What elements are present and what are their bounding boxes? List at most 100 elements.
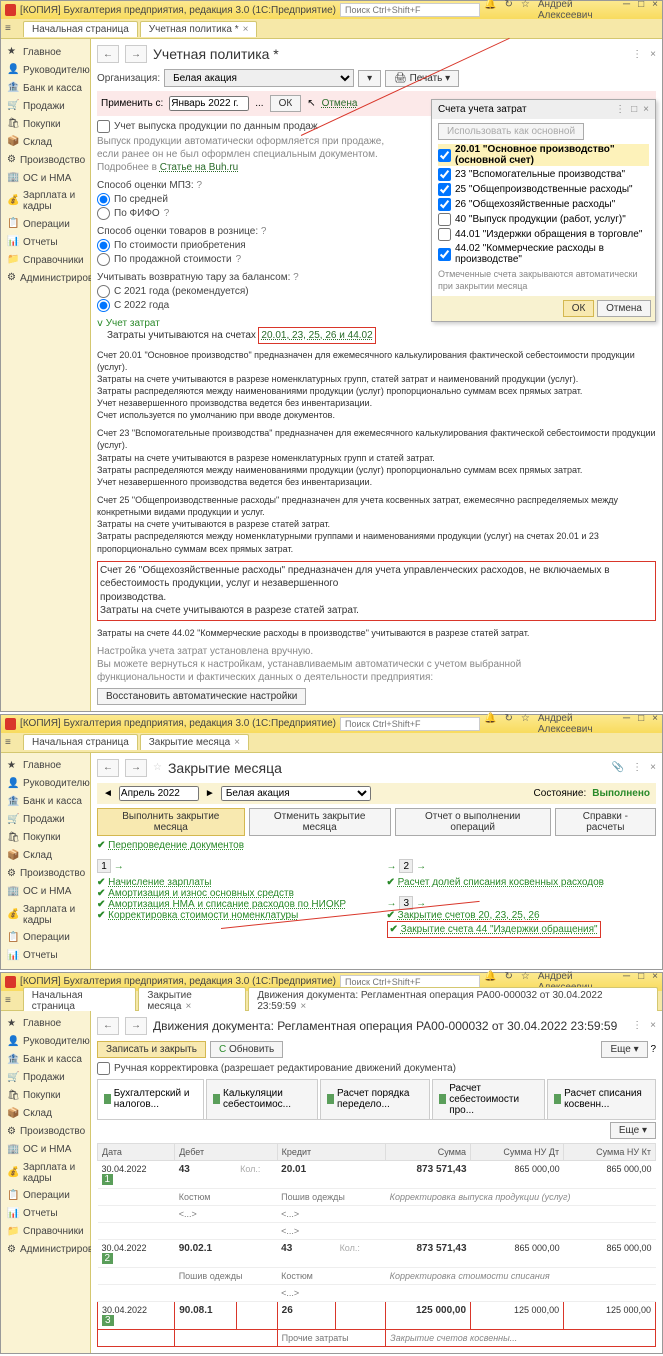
minimize-icon[interactable]: ─ (623, 713, 630, 735)
sidebar-item[interactable]: 💰Зарплата и кадры (1, 1159, 90, 1187)
sidebar-item[interactable]: 🛍Покупки (1, 115, 90, 133)
tab-closing[interactable]: Закрытие месяца× (138, 987, 246, 1014)
maximize-icon[interactable]: □ (638, 713, 644, 735)
sidebar-item[interactable]: 🏢ОС и НМА (1, 169, 90, 187)
register-tab[interactable]: Бухгалтерский и налогов... (97, 1079, 204, 1119)
history-icon[interactable]: ↻ (504, 0, 512, 21)
forward-button[interactable]: → (125, 45, 147, 63)
tab-home[interactable]: Начальная страница (23, 987, 137, 1014)
acct-checkbox[interactable] (438, 149, 451, 162)
popup-max-icon[interactable]: □ (631, 104, 637, 115)
sidebar-item[interactable]: 🛍Покупки (1, 829, 90, 847)
sidebar-item[interactable]: 💰Зарплата и кадры (1, 187, 90, 215)
op-link[interactable]: Закрытие счетов 20, 23, 25, 26 (398, 910, 540, 921)
sidebar-item[interactable]: 📋Операции (1, 1187, 90, 1205)
close-page-icon[interactable]: × (650, 49, 656, 60)
sidebar-item[interactable]: 📁Справочники (1, 1223, 90, 1241)
register-tab[interactable]: Расчет списания косвенн... (547, 1079, 656, 1119)
sidebar-item[interactable]: ★Главное (1, 757, 90, 775)
sidebar-item[interactable]: 🏦Банк и касса (1, 1051, 90, 1069)
acct-checkbox[interactable] (438, 248, 451, 261)
apply-date-input[interactable] (169, 96, 249, 111)
table-row[interactable]: <...><...> (98, 1205, 656, 1222)
sidebar-item[interactable]: ⚙Администрирование (1, 1241, 90, 1259)
more-icon[interactable]: ⋮ (632, 762, 642, 773)
org-open-button[interactable]: ▾ (358, 70, 381, 87)
table-row[interactable]: Прочие затратыЗакрытие счетов косвенны..… (98, 1329, 656, 1346)
period-input[interactable] (119, 786, 199, 801)
more-button[interactable]: Еще ▾ (601, 1041, 647, 1058)
register-tab[interactable]: Калькуляции себестоимос... (206, 1079, 318, 1119)
sidebar-item[interactable]: 🏢ОС и НМА (1, 1141, 90, 1159)
bell-icon[interactable]: 🔔 (484, 713, 496, 735)
sidebar-item[interactable]: 👤Руководителю (1, 775, 90, 793)
sidebar-item[interactable]: 📦Склад (1, 847, 90, 865)
manual-edit-checkbox[interactable] (97, 1062, 110, 1075)
attach-icon[interactable]: 📎 (612, 762, 624, 773)
mpz-fifo-radio[interactable] (97, 207, 110, 220)
tab-policy[interactable]: Учетная политика *× (140, 21, 258, 37)
org-select[interactable]: Белая акация (164, 69, 354, 87)
org-select[interactable]: Белая акация (221, 786, 371, 801)
date-picker-icon[interactable]: ... (255, 98, 263, 109)
more-icon[interactable]: ⋮ (632, 49, 642, 60)
star-icon[interactable]: ☆ (521, 713, 530, 735)
forward-button[interactable]: → (125, 759, 147, 777)
retail-price-radio[interactable] (97, 253, 110, 266)
table-more-button[interactable]: Еще ▾ (610, 1122, 656, 1139)
minimize-icon[interactable]: ─ (623, 0, 630, 21)
sidebar-item[interactable]: 🛒Продажи (1, 97, 90, 115)
bell-icon[interactable]: 🔔 (484, 0, 496, 21)
tara-2021-radio[interactable] (97, 285, 110, 298)
popup-close-icon[interactable]: × (643, 104, 649, 115)
sidebar-item[interactable]: 📋Операции (1, 215, 90, 233)
prev-month-icon[interactable]: ◄ (103, 788, 113, 799)
menu-icon[interactable]: ≡ (5, 23, 21, 34)
tab-home[interactable]: Начальная страница (23, 734, 138, 750)
retail-cost-radio[interactable] (97, 239, 110, 252)
sidebar-item[interactable]: 🏢ОС и НМА (1, 883, 90, 901)
sidebar-item[interactable]: ★Главное (1, 43, 90, 61)
search-input[interactable] (340, 717, 480, 731)
article-link[interactable]: Статье на Buh.ru (160, 162, 239, 173)
op-link[interactable]: Амортизация и износ основных средств (108, 888, 294, 899)
table-row[interactable]: 30.04.2022290.02.143Кол.:873 571,43865 0… (98, 1239, 656, 1267)
tab-closing[interactable]: Закрытие месяца× (140, 734, 249, 750)
history-icon[interactable]: ↻ (504, 713, 512, 735)
op-link[interactable]: Корректировка стоимости номенклатуры (108, 910, 298, 921)
acct-checkbox[interactable] (438, 183, 451, 196)
table-row[interactable]: 30.04.2022390.08.126125 000,00125 000,00… (98, 1301, 656, 1329)
op-link[interactable]: Расчет долей списания косвенных расходов (398, 877, 604, 888)
cancel-closing-button[interactable]: Отменить закрытие месяца (249, 808, 391, 836)
sidebar-item[interactable]: 👤Руководителю (1, 61, 90, 79)
sidebar-item[interactable]: 🏦Банк и касса (1, 793, 90, 811)
accounts-link[interactable]: 20.01, 23, 25, 26 и 44.02 (261, 330, 372, 341)
op-link[interactable]: Закрытие счета 44 "Издержки обращения" (401, 924, 598, 935)
sidebar-item[interactable]: 📊Отчеты (1, 947, 90, 965)
register-tab[interactable]: Расчет себестоимости про... (432, 1079, 545, 1119)
back-button[interactable]: ← (97, 1017, 119, 1035)
popup-cancel-button[interactable]: Отмена (597, 300, 651, 317)
back-button[interactable]: ← (97, 759, 119, 777)
sidebar-item[interactable]: ⚙Производство (1, 865, 90, 883)
use-main-button[interactable]: Использовать как основной (438, 123, 584, 140)
sidebar-item[interactable]: 🛒Продажи (1, 1069, 90, 1087)
sidebar-item[interactable]: 🏦Банк и касса (1, 79, 90, 97)
sidebar-item[interactable]: 💰Зарплата и кадры (1, 901, 90, 929)
sidebar-item[interactable]: 🛍Покупки (1, 1087, 90, 1105)
menu-icon[interactable]: ≡ (5, 995, 21, 1006)
save-close-button[interactable]: Записать и закрыть (97, 1041, 206, 1058)
reexec-link[interactable]: Перепроведение документов (108, 840, 244, 851)
tab-home[interactable]: Начальная страница (23, 21, 138, 37)
tab-close-icon[interactable]: × (243, 24, 249, 35)
close-page-icon[interactable]: × (650, 1020, 656, 1031)
user-name[interactable]: Андрей Алексеевич (538, 0, 615, 21)
sidebar-item[interactable]: 📦Склад (1, 1105, 90, 1123)
sidebar-item[interactable]: ⚙Администрирование (1, 269, 90, 287)
op-link[interactable]: Начисление зарплаты (108, 877, 211, 888)
mpz-avg-radio[interactable] (97, 193, 110, 206)
maximize-icon[interactable]: □ (638, 0, 644, 21)
table-row[interactable]: <...> (98, 1284, 656, 1301)
register-tab[interactable]: Расчет порядка передело... (320, 1079, 430, 1119)
sidebar-item[interactable]: 👤Руководителю (1, 1033, 90, 1051)
